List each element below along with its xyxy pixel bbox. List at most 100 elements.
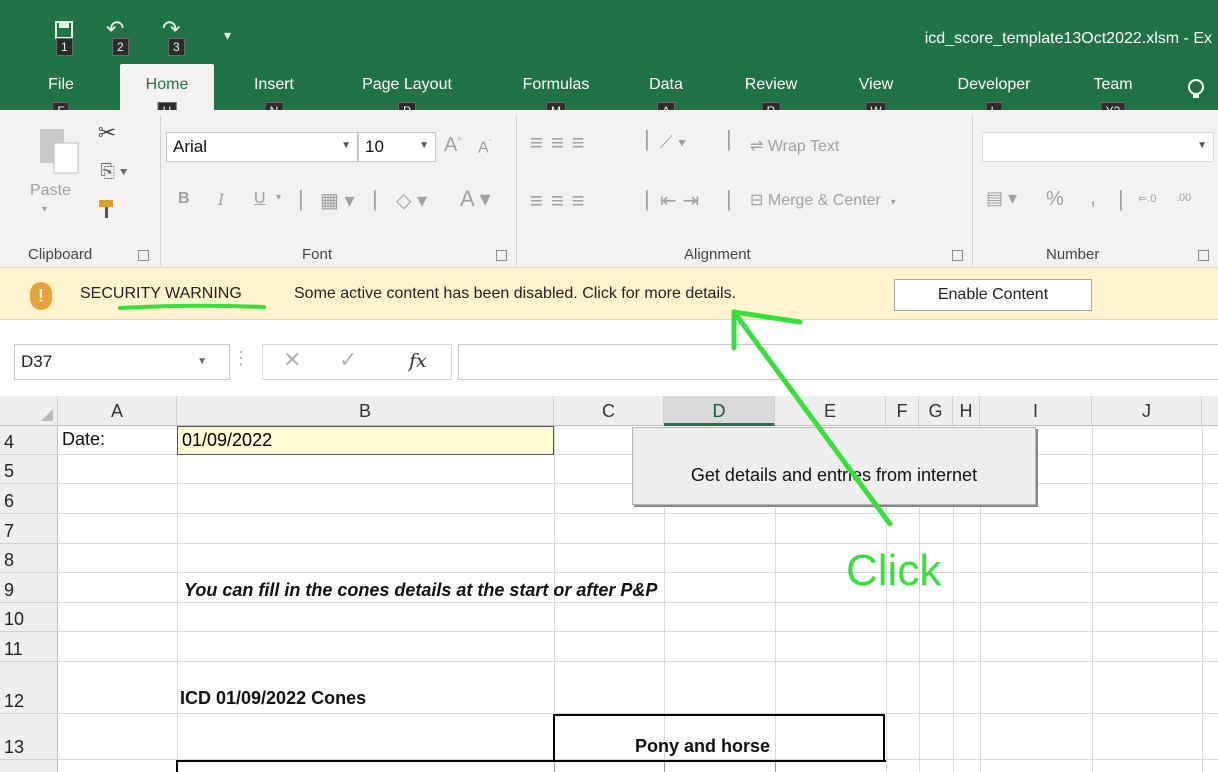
- tab-data[interactable]: DataA: [640, 72, 692, 120]
- undo-button[interactable]: ↶ 2: [104, 16, 140, 62]
- insert-function-icon[interactable]: fx: [409, 350, 427, 372]
- underline-button[interactable]: U: [254, 190, 266, 208]
- clipboard-launcher-icon[interactable]: [138, 250, 149, 261]
- paste-icon[interactable]: [30, 124, 86, 178]
- horizontal-align-icons[interactable]: ≡≡≡: [530, 188, 593, 214]
- bold-button[interactable]: B: [178, 190, 190, 208]
- copy-icon[interactable]: ⎘ ▾: [92, 156, 136, 186]
- cell-b9[interactable]: You can fill in the cones details at the…: [184, 580, 657, 601]
- font-color-icon[interactable]: A ▾: [460, 186, 491, 212]
- column-header-c[interactable]: C: [554, 396, 664, 426]
- tab-developer[interactable]: DeveloperL: [944, 72, 1044, 120]
- excel-window: 1 ↶ 2 ↷ 3 ▾ icd_score_template13Oct2022.…: [0, 0, 1218, 772]
- column-header-j[interactable]: J: [1092, 396, 1202, 426]
- column-header-h[interactable]: H: [953, 396, 980, 426]
- gridline: [58, 631, 1218, 632]
- column-header-b[interactable]: B: [177, 396, 554, 426]
- cut-icon[interactable]: ✂: [92, 118, 122, 148]
- cell-b4[interactable]: 01/09/2022: [177, 426, 554, 455]
- column-header-g[interactable]: G: [919, 396, 953, 426]
- tab-view-label: View: [858, 76, 894, 93]
- paste-label[interactable]: Paste: [30, 182, 71, 200]
- tab-file[interactable]: FileF: [38, 72, 84, 120]
- select-all-corner[interactable]: [0, 396, 58, 426]
- alignment-launcher-icon[interactable]: [952, 250, 963, 261]
- column-header-f[interactable]: F: [886, 396, 919, 426]
- accounting-format-icon[interactable]: ▤ ▾: [986, 188, 1017, 209]
- decrease-decimal-icon[interactable]: .00: [1176, 192, 1191, 204]
- row-header-6[interactable]: 6: [0, 484, 58, 514]
- tab-review-label: Review: [744, 76, 798, 93]
- tab-page-layout[interactable]: Page LayoutP: [344, 72, 470, 120]
- customize-qat-icon[interactable]: ▾: [224, 24, 231, 46]
- column-header-i[interactable]: I: [980, 396, 1092, 426]
- italic-button[interactable]: I: [218, 190, 224, 209]
- column-header-k[interactable]: [1202, 396, 1218, 426]
- row-header-7[interactable]: 7: [0, 514, 58, 544]
- borders-icon[interactable]: ▦ ▾: [320, 188, 355, 213]
- percent-button[interactable]: %: [1046, 188, 1064, 211]
- row-header-14[interactable]: [0, 760, 58, 772]
- row-header-5[interactable]: 5: [0, 455, 58, 484]
- orientation-icon[interactable]: ⟋ ▾: [660, 132, 686, 153]
- formula-input[interactable]: [458, 344, 1218, 380]
- name-box[interactable]: D37 ▼: [14, 344, 230, 380]
- increase-font-icon[interactable]: A^: [444, 134, 462, 157]
- security-warning-message[interactable]: Some active content has been disabled. C…: [294, 285, 736, 303]
- row-header-9[interactable]: 9: [0, 573, 58, 603]
- confirm-entry-icon[interactable]: ✓: [339, 347, 357, 373]
- indent-icons[interactable]: ⇤ ⇥: [660, 188, 699, 213]
- tab-view[interactable]: ViewW: [848, 72, 904, 120]
- paste-dropdown-icon[interactable]: ▾: [42, 204, 47, 215]
- merge-center-button[interactable]: ⊟ Merge & Center ▾: [750, 190, 896, 210]
- font-name-select[interactable]: Arial ▼: [166, 132, 358, 162]
- column-header-e[interactable]: E: [775, 396, 886, 426]
- security-warning-title: SECURITY WARNING: [80, 285, 242, 302]
- spreadsheet-grid: A B C D E F G H I J 4 5 6 7 8 9 10 11 12…: [0, 396, 1218, 772]
- tab-insert[interactable]: InsertN: [242, 72, 306, 120]
- format-painter-icon[interactable]: [92, 194, 122, 224]
- decrease-font-icon[interactable]: Aˇ: [478, 138, 492, 157]
- tab-formulas[interactable]: FormulasM: [508, 72, 604, 120]
- vertical-align-icons[interactable]: ≡≡≡: [530, 130, 593, 156]
- tell-me-icon[interactable]: [1186, 78, 1206, 108]
- save-button[interactable]: 1: [48, 16, 84, 62]
- row-header-13[interactable]: 13: [0, 714, 58, 760]
- underline-dropdown-icon[interactable]: ▾: [276, 192, 281, 203]
- cell-b12[interactable]: ICD 01/09/2022 Cones: [180, 688, 366, 709]
- row-header-11[interactable]: 11: [0, 632, 58, 662]
- formula-bar: D37 ▼ ⋮ ✕ ✓ fx: [0, 320, 1218, 396]
- divider-glyph: |: [644, 186, 650, 211]
- formula-bar-grip-icon[interactable]: ⋮: [232, 348, 250, 369]
- tab-team[interactable]: TeamY2: [1084, 72, 1142, 120]
- number-format-select[interactable]: ▼: [982, 132, 1214, 162]
- increase-decimal-icon[interactable]: ⇐.0: [1138, 192, 1156, 205]
- row-header-8[interactable]: 8: [0, 544, 58, 573]
- column-header-d[interactable]: D: [664, 396, 775, 426]
- merged-cell-c13[interactable]: Pony and horse: [553, 714, 885, 762]
- font-name-value: Arial: [173, 137, 208, 156]
- font-launcher-icon[interactable]: [496, 250, 507, 261]
- get-details-button[interactable]: Get details and entries from internet: [632, 427, 1036, 505]
- comma-button[interactable]: ,: [1090, 184, 1096, 210]
- font-size-select[interactable]: 10 ▼: [358, 132, 436, 162]
- tab-home[interactable]: HomeH: [120, 64, 214, 120]
- row-header-4[interactable]: 4: [0, 426, 58, 455]
- separator: [972, 116, 973, 266]
- number-launcher-icon[interactable]: [1198, 250, 1209, 261]
- enable-content-button[interactable]: Enable Content: [894, 279, 1092, 311]
- cancel-entry-icon[interactable]: ✕: [283, 347, 301, 373]
- fill-color-icon[interactable]: ◇ ▾: [396, 188, 427, 213]
- divider-glyph: |: [726, 186, 732, 211]
- wrap-text-label: Wrap Text: [767, 138, 840, 155]
- chevron-down-icon: ▼: [419, 140, 429, 151]
- table-border-row-14: [176, 760, 886, 772]
- row-header-12[interactable]: 12: [0, 662, 58, 714]
- column-header-a[interactable]: A: [58, 396, 177, 426]
- cell-a4[interactable]: Date:: [62, 429, 105, 450]
- divider-glyph: |: [1118, 186, 1124, 211]
- tab-review[interactable]: ReviewR: [734, 72, 808, 120]
- row-header-10[interactable]: 10: [0, 603, 58, 632]
- redo-button[interactable]: ↷ 3: [160, 16, 196, 62]
- wrap-text-button[interactable]: ⇌ Wrap Text: [750, 136, 839, 156]
